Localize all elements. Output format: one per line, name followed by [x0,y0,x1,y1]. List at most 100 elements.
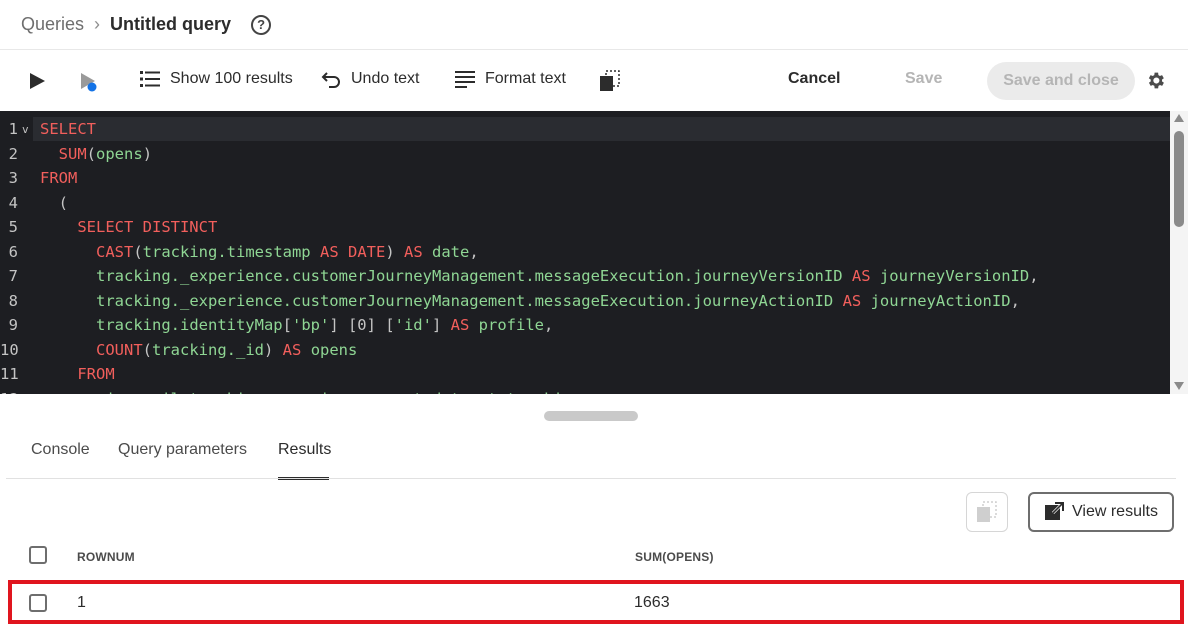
undo-text-button[interactable]: Undo text [321,70,419,88]
code-token: FROM [77,365,115,383]
line-number: 3 [8,169,18,187]
column-header-sum-opens[interactable]: SUM(OPENS) [635,550,714,564]
show-100-results-button[interactable]: Show 100 results [140,70,293,88]
code-token: CAST [96,242,134,261]
code-token: AS [404,242,423,261]
play-icon [30,73,45,89]
tab-query-parameters[interactable]: Query parameters [118,441,247,459]
table-row[interactable]: 1 1663 [8,580,1184,624]
line-number: 10 [0,340,19,359]
scroll-down-icon[interactable] [1174,382,1184,390]
cancel-button[interactable]: Cancel [788,70,840,88]
code-line[interactable]: 4 ( [0,191,1170,216]
bottom-panel-tabs: Console Query parameters Results [0,430,1188,480]
code-token: profile [478,316,544,334]
sql-editor[interactable]: v 1 SELECT 2 SUM(opens) 3 FROM 4 (5 SELECT DI… [0,111,1188,394]
results-table-header: ROWNUM SUM(OPENS) [6,538,1174,576]
code-line[interactable]: 9 tracking.identityMap['bp'] [0] ['id'] … [0,313,1170,338]
code-token: , [469,242,479,261]
copy-results-button[interactable] [966,492,1008,532]
code-line[interactable]: 10 COUNT(tracking._id) AS opens [0,338,1170,363]
copy-query-button[interactable] [599,70,631,92]
code-token: , [1010,291,1020,310]
help-icon[interactable]: ? [251,14,272,35]
run-query-button[interactable] [28,72,56,90]
tabs-divider [6,478,1176,479]
code-line[interactable]: 3 FROM [0,166,1170,191]
settings-button[interactable] [1145,70,1176,91]
line-number: 5 [8,218,18,236]
code-token: 'id' [394,316,432,334]
page-title: Untitled query [110,14,232,34]
code-token: ( [86,144,97,163]
editor-scrollbar[interactable] [1170,111,1188,394]
save-button[interactable]: Save [905,70,942,88]
view-results-button[interactable]: View results [1028,492,1174,532]
code-token: ] [431,316,451,334]
code-line[interactable]: 6 CAST(tracking.timestamp AS DATE) AS da… [0,240,1170,265]
gear-icon [1148,72,1164,89]
row-checkbox[interactable] [29,594,47,612]
code-token: SUM [58,144,87,163]
code-token: journeyVersionID [879,267,1030,285]
code-token: tracking.identityMap [96,316,283,334]
scrollbar-thumb[interactable] [1174,131,1184,227]
code-token: FROM [40,169,78,187]
code-token: 'bp' [291,316,330,334]
view-results-label: View results [1072,503,1158,520]
tab-console[interactable]: Console [31,441,90,459]
breadcrumb: Queries › Untitled query ? [0,0,1188,50]
code-line[interactable]: 1 SELECT [0,117,1170,142]
code-token: ) [142,144,153,163]
format-text-icon [455,71,475,88]
line-number: 11 [0,365,19,383]
select-all-checkbox[interactable] [29,546,47,564]
cell-sum-opens: 1663 [634,594,670,611]
code-line[interactable]: 11 FROM [0,362,1170,387]
code-token: SELECT DISTINCT [77,218,218,236]
scroll-up-icon[interactable] [1174,114,1184,122]
line-number: 9 [8,316,18,334]
code-token: AS [851,267,871,285]
code-line[interactable]: 2 SUM(opens) [0,142,1170,167]
code-line[interactable]: 7 tracking._experience.customerJourneyMa… [0,264,1170,289]
panel-resize-handle[interactable] [544,411,638,421]
tab-results[interactable]: Results [278,441,331,459]
code-line[interactable]: 12 cjm_email_tracking_experience_event_d… [0,387,1170,395]
code-token: , [1029,267,1039,285]
breadcrumb-queries-link[interactable]: Queries [21,14,84,35]
format-label: Format text [485,70,566,87]
column-header-rownum[interactable]: ROWNUM [77,550,135,564]
code-token: ) [385,242,404,261]
code-line[interactable]: 5 SELECT DISTINCT [0,215,1170,240]
code-token: opens [310,340,358,359]
undo-icon [321,72,340,88]
code-token: tracking._experience.customerJourneyMana… [96,267,843,285]
format-text-button[interactable]: Format text [455,70,566,88]
copy-icon [600,70,620,91]
code-token: AS [282,340,302,359]
line-number: 2 [8,144,18,163]
code-token: , [543,316,554,334]
code-line[interactable]: 8 tracking._experience.customerJourneyMa… [0,289,1170,314]
code-token: journeyActionID [870,291,1011,310]
run-selection-icon [81,73,97,92]
run-selected-query-button[interactable] [80,72,110,92]
code-token: ) [264,340,283,359]
list-icon [140,71,160,87]
save-and-close-button[interactable]: Save and close [987,62,1135,100]
